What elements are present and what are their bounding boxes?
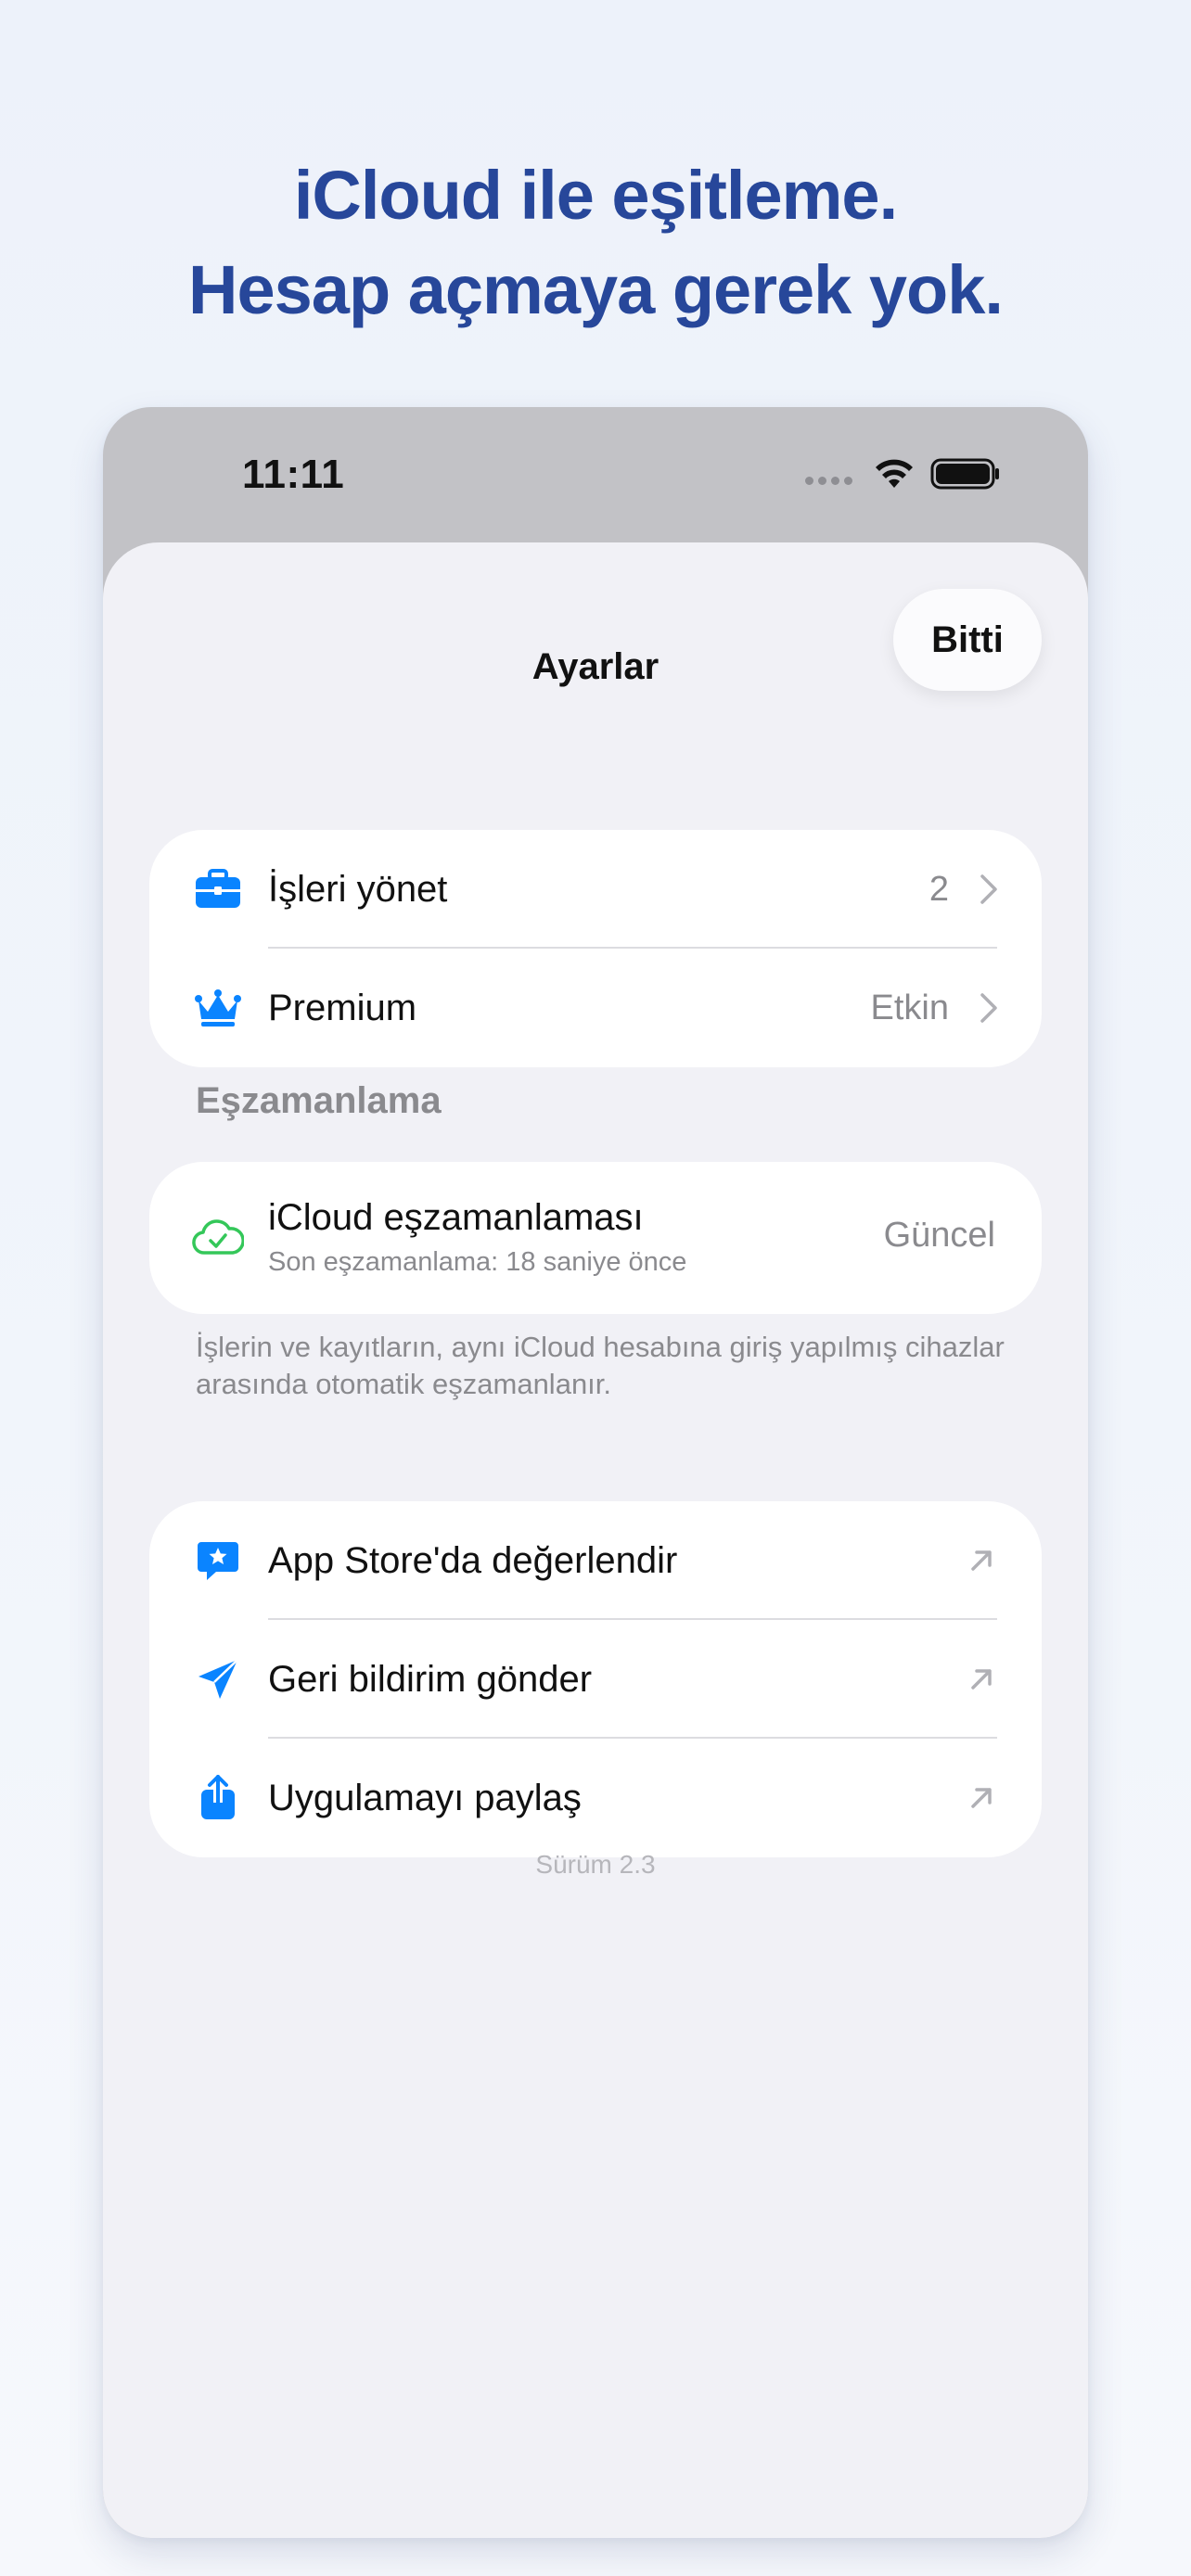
send-feedback-label: Geri bildirim gönder [268,1658,593,1700]
headline: iCloud ile eşitleme. Hesap açmaya gerek … [0,148,1191,338]
icloud-sync-card[interactable]: iCloud eşzamanlaması Son eşzamanlama: 18… [149,1162,1042,1314]
list-item-manage-jobs[interactable]: İşleri yönet 2 [149,830,1042,949]
external-link-arrow-icon [971,1550,992,1571]
manage-jobs-label: İşleri yönet [268,868,448,910]
star-bubble-icon [192,1535,244,1587]
wifi-icon [876,459,913,488]
paper-plane-icon [192,1653,244,1705]
briefcase-icon [192,863,244,915]
chevron-right-icon [980,874,997,904]
app-version: Sürüm 2.3 [535,1850,656,1879]
done-button[interactable]: Bitti [893,589,1042,691]
crown-icon [192,982,244,1034]
list-item-send-feedback[interactable]: Geri bildirim gönder [149,1620,1042,1739]
icloud-sync-title: iCloud eşzamanlaması [268,1197,644,1238]
share-icon [192,1772,244,1824]
battery-icon [930,458,999,490]
sync-footnote: İşlerin ve kayıtların, aynı iCloud hesab… [196,1331,1005,1400]
headline-line-1: iCloud ile eşitleme. [293,157,898,234]
share-app-label: Uygulamayı paylaş [268,1777,582,1818]
premium-label: Premium [268,987,417,1028]
management-card: İşleri yönet 2 Premium Etkin [149,830,1042,1067]
chevron-right-icon [980,993,997,1023]
cloud-check-icon [192,1212,244,1264]
manage-jobs-count: 2 [928,869,949,909]
links-card: App Store'da değerlendir Geri bildirim g… [149,1501,1042,1857]
signal-dots-icon [805,476,852,485]
premium-status: Etkin [870,988,949,1027]
list-item-share-app[interactable]: Uygulamayı paylaş [149,1739,1042,1857]
rate-app-label: App Store'da değerlendir [268,1539,678,1581]
status-time: 11:11 [242,452,345,497]
phone-frame: 11:11 Ayarlar Bitti İşleri yönet 2 Premi… [103,407,1088,2538]
last-sync-text: Son eşzamanlama: 18 saniye önce [268,1247,687,1277]
external-link-arrow-icon [971,1669,992,1690]
list-item-premium[interactable]: Premium Etkin [149,949,1042,1067]
headline-line-2: Hesap açmaya gerek yok. [188,251,1004,328]
list-item-rate-app[interactable]: App Store'da değerlendir [149,1501,1042,1620]
section-header-sync: Eşzamanlama [196,1080,442,1121]
status-icons [805,453,1003,494]
settings-sheet: Ayarlar Bitti İşleri yönet 2 Premium Etk… [103,542,1088,2538]
external-link-arrow-icon [971,1788,992,1808]
sync-status: Güncel [883,1216,995,1255]
